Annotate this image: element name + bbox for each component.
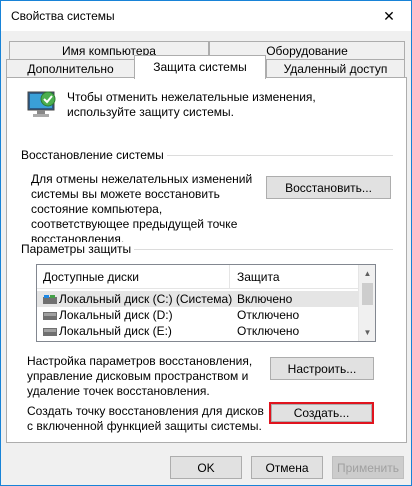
cancel-button[interactable]: Отмена: [251, 456, 323, 479]
restore-description: Для отмены нежелательных изменений систе…: [31, 172, 253, 246]
scroll-up-icon[interactable]: ▲: [359, 265, 375, 282]
system-protection-panel: Чтобы отменить нежелательные изменения, …: [6, 77, 407, 443]
tab-label: Защита системы: [153, 60, 247, 74]
configure-button[interactable]: Настроить...: [270, 357, 374, 380]
tab-label: Дополнительно: [27, 62, 114, 76]
drive-status: Включено: [237, 292, 293, 306]
table-row[interactable]: Локальный диск (E:) Отключено: [37, 323, 359, 339]
create-button-highlight: [269, 402, 374, 424]
intro-text: Чтобы отменить нежелательные изменения, …: [67, 90, 316, 119]
tab-remote[interactable]: Удаленный доступ: [266, 59, 405, 79]
drive-icon: [43, 328, 57, 336]
drive-name: Локальный диск (C:) (Система): [59, 292, 233, 306]
tab-system-protection[interactable]: Защита системы: [134, 55, 266, 79]
drive-name: Локальный диск (E:): [59, 324, 172, 338]
drives-list[interactable]: Доступные диски Защита Локальный диск (C…: [36, 264, 376, 342]
table-row[interactable]: Локальный диск (D:) Отключено: [37, 307, 359, 323]
tab-label: Удаленный доступ: [283, 62, 388, 76]
scroll-thumb[interactable]: [362, 283, 373, 305]
close-icon: ✕: [383, 7, 395, 24]
system-drive-icon: [43, 295, 57, 304]
window-title: Свойства системы: [11, 9, 115, 23]
restore-group-label: Восстановление системы: [21, 148, 167, 162]
list-header: Доступные диски Защита: [37, 265, 359, 289]
drive-icon: [43, 312, 57, 320]
list-scrollbar[interactable]: ▲ ▼: [358, 265, 375, 341]
tab-advanced[interactable]: Дополнительно: [6, 59, 135, 79]
close-button[interactable]: ✕: [367, 1, 411, 31]
system-protection-icon: [27, 91, 56, 117]
create-description: Создать точку восстановления для дисков …: [27, 404, 264, 433]
scroll-down-icon[interactable]: ▼: [359, 324, 375, 341]
column-separator[interactable]: [229, 265, 230, 289]
table-row[interactable]: Локальный диск (C:) (Система) Включено: [37, 291, 359, 307]
drive-name: Локальный диск (D:): [59, 308, 173, 322]
column-header-drives[interactable]: Доступные диски: [43, 270, 139, 284]
title-bar: Свойства системы ✕: [1, 1, 411, 31]
column-header-protection[interactable]: Защита: [237, 270, 280, 284]
configure-description: Настройка параметров восстановления, упр…: [27, 354, 253, 398]
ok-button[interactable]: OK: [170, 456, 242, 479]
system-properties-window: Свойства системы ✕ Имя компьютера Оборуд…: [0, 0, 412, 486]
apply-button[interactable]: Применить: [332, 456, 404, 479]
restore-button[interactable]: Восстановить...: [266, 176, 391, 199]
drive-status: Отключено: [237, 324, 300, 338]
protection-group-label: Параметры защиты: [21, 242, 135, 256]
tab-label: Оборудование: [266, 44, 348, 58]
drive-status: Отключено: [237, 308, 300, 322]
